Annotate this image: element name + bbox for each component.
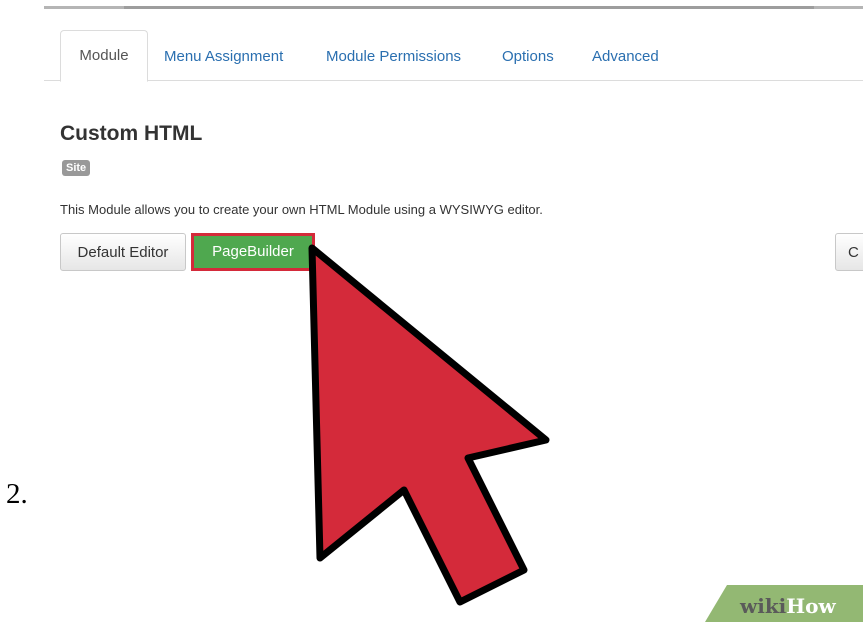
wikihow-logo-how: How [786,594,836,618]
site-badge: Site [62,160,91,176]
module-description: This Module allows you to create your ow… [60,202,543,217]
tab-module[interactable]: Module [60,30,148,82]
step-number: 2. [6,478,28,510]
pagebuilder-button[interactable]: PageBuilder [191,233,315,271]
default-editor-button[interactable]: Default Editor [60,233,186,271]
close-button[interactable]: C [835,233,863,271]
wikihow-logo: wikiHow [740,594,836,618]
tab-module-permissions[interactable]: Module Permissions [326,48,461,65]
top-divider-dark [124,6,814,9]
page-title: Custom HTML [60,122,203,145]
tab-options[interactable]: Options [502,48,554,65]
tab-menu-assignment[interactable]: Menu Assignment [164,48,283,65]
wikihow-logo-wiki: wiki [740,594,787,618]
tab-advanced[interactable]: Advanced [592,48,659,65]
pointer-arrow-icon [308,244,550,606]
tab-bar: Module Menu Assignment Module Permission… [44,30,863,82]
